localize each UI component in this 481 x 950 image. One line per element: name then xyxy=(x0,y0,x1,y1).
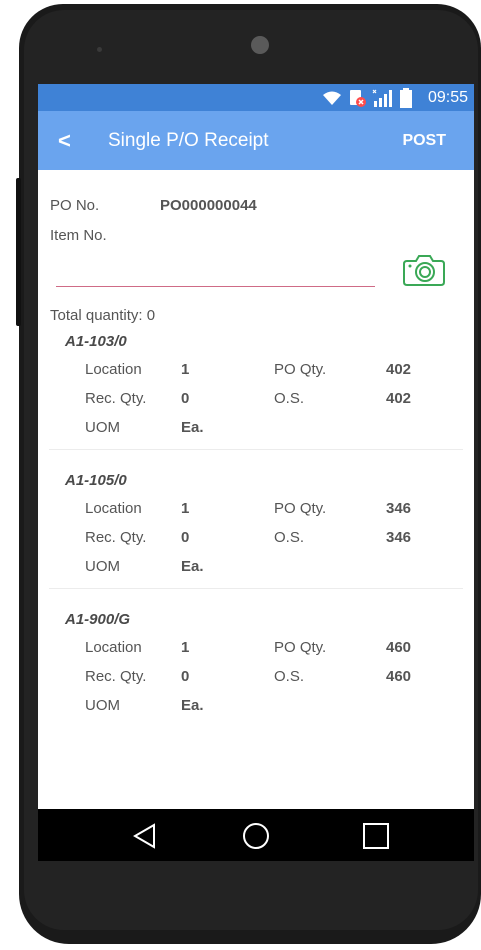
uom-label: UOM xyxy=(85,697,120,714)
item-code: A1-105/0 xyxy=(65,472,127,489)
rec-qty-value: 0 xyxy=(181,529,190,546)
po-qty-label: PO Qty. xyxy=(274,500,327,517)
list-item[interactable]: A1-105/0 Location 1 PO Qty. 346 Rec. Qty… xyxy=(38,472,474,611)
status-time: 09:55 xyxy=(427,89,468,106)
list-item[interactable]: A1-103/0 Location 1 PO Qty. 402 Rec. Qty… xyxy=(38,333,474,472)
rec-qty-label: Rec. Qty. xyxy=(85,668,147,685)
battery-icon xyxy=(400,88,412,108)
uom-value: Ea. xyxy=(181,697,204,714)
post-button[interactable]: POST xyxy=(402,132,446,150)
front-camera xyxy=(251,36,269,54)
side-button xyxy=(16,178,21,326)
navigation-bar xyxy=(38,809,474,861)
rec-qty-value: 0 xyxy=(181,668,190,685)
os-label: O.S. xyxy=(274,390,305,407)
po-qty-value: 460 xyxy=(386,639,412,656)
divider xyxy=(49,449,463,450)
os-label: O.S. xyxy=(274,668,305,685)
po-qty-label: PO Qty. xyxy=(274,361,327,378)
back-button[interactable]: < xyxy=(58,129,82,153)
sim-blocked-icon xyxy=(350,90,366,107)
location-label: Location xyxy=(85,361,142,378)
nav-recents-button[interactable] xyxy=(361,821,391,851)
po-label: PO No. xyxy=(50,197,100,214)
item-code: A1-103/0 xyxy=(65,333,127,350)
app-bar: < Single P/O Receipt POST xyxy=(38,111,474,170)
wifi-icon xyxy=(323,91,341,105)
nav-back-button[interactable] xyxy=(130,821,160,851)
signal-icon xyxy=(372,89,392,107)
receipt-form: PO No. PO000000044 Item No. Total quanti… xyxy=(38,170,474,809)
os-value: 460 xyxy=(386,668,412,685)
po-qty-value: 346 xyxy=(386,500,412,517)
proximity-sensor xyxy=(97,47,102,52)
location-value: 1 xyxy=(181,500,190,517)
recents-square-icon xyxy=(363,823,389,849)
item-label: Item No. xyxy=(50,227,107,244)
camera-icon xyxy=(403,255,445,286)
total-quantity: Total quantity: 0 xyxy=(50,307,156,324)
status-bar: 09:55 xyxy=(38,84,474,111)
screen: 09:55 < Single P/O Receipt POST PO No. P… xyxy=(38,84,474,861)
item-code: A1-900/G xyxy=(65,611,131,628)
os-label: O.S. xyxy=(274,529,305,546)
po-qty-value: 402 xyxy=(386,361,412,378)
page-title: Single P/O Receipt xyxy=(108,130,269,151)
os-value: 346 xyxy=(386,529,412,546)
back-triangle-icon xyxy=(133,823,155,849)
nav-home-button[interactable] xyxy=(241,821,271,851)
list-item[interactable]: A1-900/G Location 1 PO Qty. 460 Rec. Qty… xyxy=(38,611,474,750)
status-icons xyxy=(322,87,412,109)
location-label: Location xyxy=(85,639,142,656)
uom-label: UOM xyxy=(85,558,120,575)
po-value: PO000000044 xyxy=(160,197,257,214)
os-value: 402 xyxy=(386,390,412,407)
rec-qty-label: Rec. Qty. xyxy=(85,390,147,407)
home-circle-icon xyxy=(243,823,269,849)
po-qty-label: PO Qty. xyxy=(274,639,327,656)
location-label: Location xyxy=(85,500,142,517)
divider xyxy=(49,588,463,589)
uom-value: Ea. xyxy=(181,558,204,575)
scan-button[interactable] xyxy=(402,252,446,286)
rec-qty-label: Rec. Qty. xyxy=(85,529,147,546)
item-no-input[interactable] xyxy=(56,250,375,287)
uom-value: Ea. xyxy=(181,419,204,436)
location-value: 1 xyxy=(181,639,190,656)
rec-qty-value: 0 xyxy=(181,390,190,407)
location-value: 1 xyxy=(181,361,190,378)
uom-label: UOM xyxy=(85,419,120,436)
